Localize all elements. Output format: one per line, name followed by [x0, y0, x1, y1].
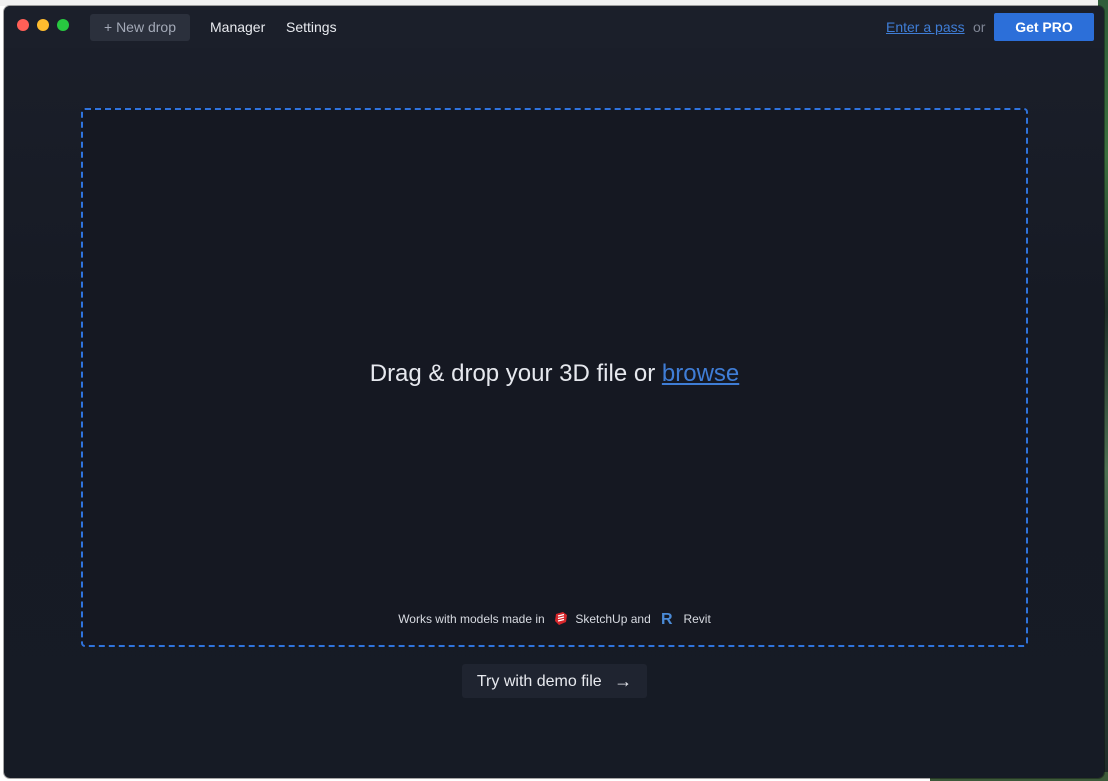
revit-icon: R [660, 610, 676, 629]
dropzone-prompt: Drag & drop your 3D file or browse [83, 360, 1026, 388]
enter-pass-link[interactable]: Enter a pass [886, 14, 965, 41]
nav-manager[interactable]: Manager [210, 14, 265, 41]
browse-link[interactable]: browse [662, 360, 739, 387]
arrow-right-icon: → [614, 671, 633, 691]
minimize-window-button[interactable] [37, 19, 49, 31]
try-demo-label: Try with demo file [476, 673, 602, 690]
works-with-text: Works with models made in [398, 612, 545, 626]
or-label: or [973, 19, 986, 35]
nav-settings[interactable]: Settings [286, 14, 337, 41]
get-pro-button[interactable]: Get PRO [994, 13, 1094, 41]
svg-text:R: R [661, 611, 673, 626]
close-window-button[interactable] [17, 19, 29, 31]
app-window: + New drop Manager Settings Enter a pass… [4, 6, 1104, 778]
sketchup-icon [554, 611, 568, 629]
titlebar: + New drop Manager Settings Enter a pass… [4, 6, 1104, 48]
revit-label: Revit [683, 612, 711, 626]
file-dropzone[interactable]: Drag & drop your 3D file or browse Works… [81, 108, 1028, 647]
new-drop-button[interactable]: + New drop [90, 14, 190, 41]
maximize-window-button[interactable] [57, 19, 69, 31]
dropzone-prompt-text: Drag & drop your 3D file or [369, 360, 656, 387]
sketchup-label: SketchUp and [575, 612, 651, 626]
try-demo-button[interactable]: Try with demo file → [462, 664, 647, 698]
supported-apps: Works with models made in SketchUp and R… [83, 610, 1026, 629]
